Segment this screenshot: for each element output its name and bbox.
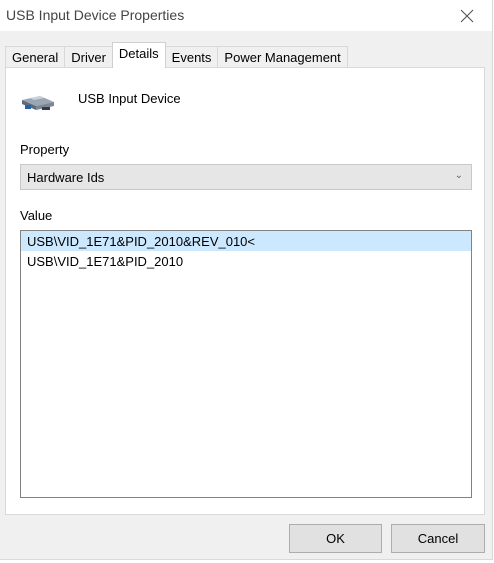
tab-details[interactable]: Details — [111, 42, 166, 68]
value-listbox[interactable]: USB\VID_1E71&PID_2010&REV_010< USB\VID_1… — [20, 230, 472, 498]
ok-button[interactable]: OK — [289, 524, 382, 553]
property-label: Property — [20, 142, 70, 157]
property-selected-value: Hardware Ids — [27, 170, 105, 185]
tab-strip: General Driver Details Events Power Mana… — [5, 42, 348, 68]
title-bar[interactable]: USB Input Device Properties — [0, 0, 492, 31]
close-button[interactable] — [450, 2, 484, 30]
usb-device-icon — [22, 96, 54, 110]
device-name: USB Input Device — [78, 91, 181, 106]
tab-events[interactable]: Events — [164, 46, 219, 68]
window-title: USB Input Device Properties — [6, 7, 185, 23]
list-item[interactable]: USB\VID_1E71&PID_2010 — [21, 251, 471, 271]
list-item[interactable]: USB\VID_1E71&PID_2010&REV_010< — [21, 231, 471, 251]
tab-power-management[interactable]: Power Management — [217, 46, 348, 68]
chevron-down-icon: ⌄ — [454, 170, 463, 181]
value-label: Value — [20, 208, 53, 223]
properties-dialog: USB Input Device Properties General Driv… — [0, 0, 493, 560]
cancel-button[interactable]: Cancel — [391, 524, 485, 553]
details-panel: USB Input Device Property Hardware Ids ⌄… — [5, 67, 485, 515]
close-icon — [460, 9, 474, 23]
property-dropdown[interactable]: Hardware Ids ⌄ — [20, 164, 472, 190]
tab-driver[interactable]: Driver — [64, 46, 113, 68]
tab-general[interactable]: General — [5, 46, 66, 68]
